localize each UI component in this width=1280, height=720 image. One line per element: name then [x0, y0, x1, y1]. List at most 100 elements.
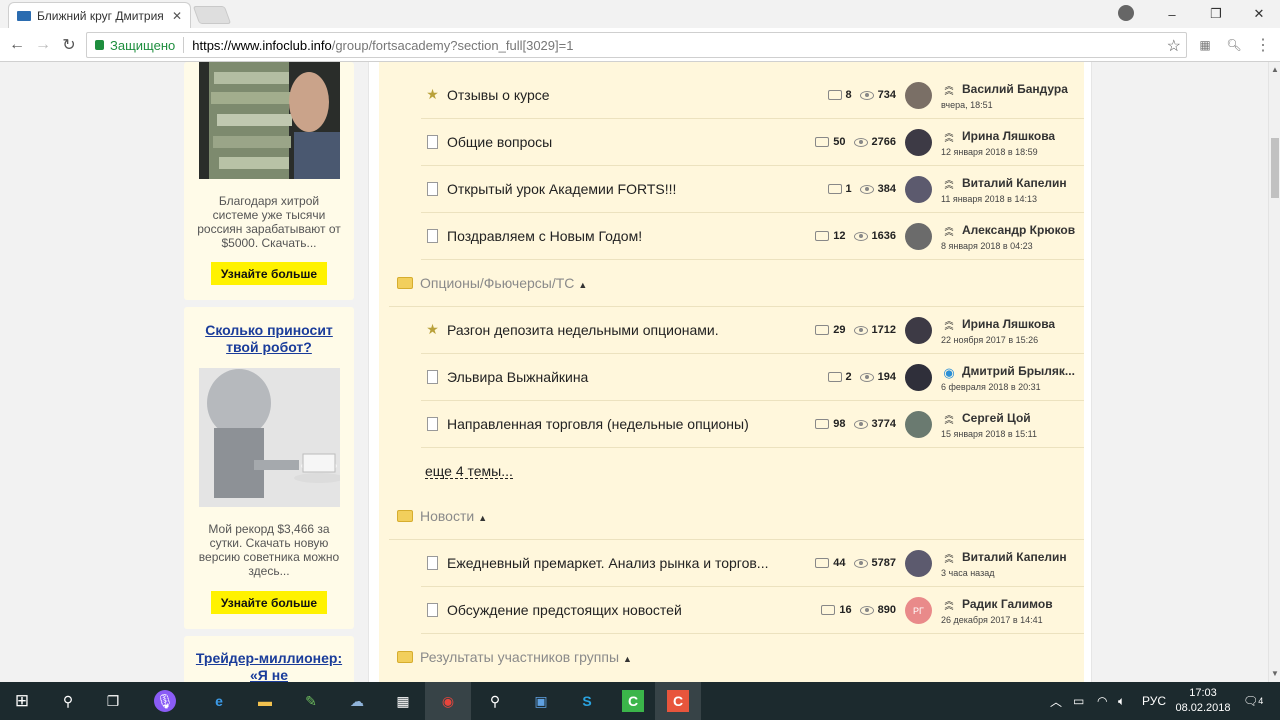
- url-host: https://www.infoclub.info: [192, 37, 332, 53]
- skype-icon[interactable]: S: [576, 690, 598, 712]
- ad-card[interactable]: Благодаря хитрой системе уже тысячи росс…: [184, 62, 354, 300]
- topic-row[interactable]: Обсуждение предстоящих новостей 16 890 РГ…: [379, 587, 1084, 634]
- avatar[interactable]: [905, 550, 932, 577]
- author-name[interactable]: Радик Галимов: [962, 597, 1053, 611]
- view-count: 2766: [871, 136, 896, 148]
- topic-stats: 2 194: [827, 371, 896, 383]
- page-scrollbar[interactable]: ▲ ▼: [1268, 62, 1280, 682]
- tab-close-icon[interactable]: ✕: [172, 9, 182, 23]
- author-name[interactable]: Ирина Ляшкова: [962, 129, 1055, 143]
- notification-center-icon[interactable]: 🗨︎ 4: [1243, 682, 1263, 720]
- topic-title[interactable]: Эльвира Выжнайкина: [447, 369, 588, 385]
- wifi-icon[interactable]: ◠: [1097, 682, 1107, 720]
- topic-row[interactable]: Направленная торговля (недельные опционы…: [379, 401, 1084, 448]
- avatar[interactable]: [905, 364, 932, 391]
- section-header[interactable]: Новости ▲: [379, 493, 1084, 540]
- edge-icon[interactable]: e: [208, 690, 230, 712]
- topic-row[interactable]: Общие вопросы 50 2766 ︽ ︽ Ирина Ляшкова 12…: [379, 119, 1084, 166]
- scroll-up-icon[interactable]: ▲: [1271, 65, 1279, 74]
- topic-title[interactable]: Ежедневный премаркет. Анализ рынка и тор…: [447, 555, 768, 571]
- profile-icon[interactable]: [1118, 5, 1134, 21]
- collapse-arrow-icon[interactable]: ▲: [623, 654, 632, 664]
- minimize-button[interactable]: –: [1150, 0, 1194, 28]
- collapse-arrow-icon[interactable]: ▲: [478, 513, 487, 523]
- browser-tab[interactable]: Ближний круг Дмитрия ✕: [8, 2, 191, 28]
- learn-more-button[interactable]: Узнайте больше: [211, 591, 327, 614]
- reload-icon[interactable]: ↻: [58, 34, 80, 56]
- topic-title[interactable]: Обсуждение предстоящих новостей: [447, 602, 682, 618]
- topic-row[interactable]: ★ Отзывы о курсе 8 734 ︽ ︽ Василий Бандура…: [379, 72, 1084, 119]
- author-name[interactable]: Ирина Ляшкова: [962, 317, 1055, 331]
- section-title[interactable]: Новости ▲: [420, 508, 487, 524]
- topic-title[interactable]: Общие вопросы: [447, 134, 552, 150]
- file-explorer-icon[interactable]: ▬: [254, 690, 276, 712]
- document-icon: [426, 555, 439, 570]
- back-arrow-icon[interactable]: ←: [6, 34, 28, 56]
- clock[interactable]: 17:03 08.02.2018: [1172, 686, 1234, 716]
- author-name[interactable]: Дмитрий Брыляк...: [962, 364, 1075, 378]
- recorder-icon[interactable]: C: [667, 690, 689, 712]
- avatar[interactable]: [905, 411, 932, 438]
- star-icon: ★: [426, 86, 439, 102]
- close-window-button[interactable]: ✕: [1237, 0, 1280, 28]
- avatar[interactable]: [905, 82, 932, 109]
- learn-more-button[interactable]: Узнайте больше: [211, 262, 327, 285]
- avatar[interactable]: [905, 129, 932, 156]
- show-hidden-icons[interactable]: ︿: [1050, 682, 1062, 720]
- topic-row[interactable]: Ежедневный премаркет. Анализ рынка и тор…: [379, 540, 1084, 587]
- topic-title[interactable]: Поздравляем с Новым Годом!: [447, 228, 642, 244]
- new-tab-button[interactable]: [192, 6, 232, 24]
- bookmark-star-icon[interactable]: ☆: [1167, 36, 1181, 56]
- ad-headline[interactable]: Трейдер-миллионер: «Я не: [194, 650, 344, 682]
- ad-card[interactable]: Трейдер-миллионер: «Я не: [184, 636, 354, 682]
- topic-title[interactable]: Направленная торговля (недельные опционы…: [447, 416, 749, 432]
- section-title[interactable]: Опционы/Фьючерсы/ТС ▲: [420, 275, 587, 291]
- topic-row[interactable]: Поздравляем с Новым Годом! 12 1636 ︽ ︽ Але…: [379, 213, 1084, 260]
- task-view-icon[interactable]: ❐: [102, 690, 124, 712]
- topic-row[interactable]: ★ Разгон депозита недельными опционами. …: [379, 307, 1084, 354]
- section-header[interactable]: Результаты участников группы ▲: [379, 634, 1084, 681]
- more-topics-link[interactable]: еще 4 темы...: [425, 464, 513, 479]
- map-pin-icon[interactable]: ⚲: [484, 690, 506, 712]
- scroll-down-icon[interactable]: ▼: [1271, 669, 1279, 678]
- search-icon[interactable]: ⚲: [57, 690, 79, 712]
- author-name[interactable]: Александр Крюков: [962, 223, 1075, 237]
- battery-icon[interactable]: ▭: [1073, 682, 1084, 720]
- restore-button[interactable]: ❐: [1194, 0, 1238, 28]
- zoom-icon[interactable]: 🔍︎: [1225, 36, 1243, 54]
- avatar[interactable]: РГ: [905, 597, 932, 624]
- topic-title[interactable]: Открытый урок Академии FORTS!!!: [447, 181, 676, 197]
- author-name[interactable]: Сергей Цой: [962, 411, 1031, 425]
- camtasia-icon[interactable]: C: [622, 690, 644, 712]
- avatar[interactable]: [905, 317, 932, 344]
- calculator-icon[interactable]: ▦: [392, 690, 414, 712]
- section-title[interactable]: Результаты участников группы ▲: [420, 649, 632, 665]
- scroll-thumb[interactable]: [1271, 138, 1279, 198]
- volume-icon[interactable]: 🔈︎: [1118, 682, 1125, 720]
- forum-list: ★ Отзывы о курсе 8 734 ︽ ︽ Василий Бандура…: [379, 62, 1084, 682]
- ad-card[interactable]: Сколько приносит твой робот? Мой рекорд …: [184, 307, 354, 629]
- chrome-icon[interactable]: ◉: [437, 690, 459, 712]
- topic-title[interactable]: Отзывы о курсе: [447, 87, 550, 103]
- cortana-mic-icon[interactable]: 🎙︎: [154, 690, 176, 712]
- forward-arrow-icon[interactable]: →: [32, 34, 54, 56]
- app-icon[interactable]: ☁: [346, 690, 368, 712]
- section-header[interactable]: Опционы/Фьючерсы/ТС ▲: [379, 260, 1084, 307]
- windows-start-icon[interactable]: ⊞: [11, 690, 33, 712]
- topic-title[interactable]: Разгон депозита недельными опционами.: [447, 322, 719, 338]
- address-bar[interactable]: Защищено https://www.infoclub.info /grou…: [86, 32, 1187, 58]
- menu-icon[interactable]: ⋮: [1254, 36, 1272, 54]
- topic-row[interactable]: Открытый урок Академии FORTS!!! 1 384 ︽ ︽ …: [379, 166, 1084, 213]
- author-name[interactable]: Виталий Капелин: [962, 176, 1067, 190]
- avatar[interactable]: [905, 176, 932, 203]
- avatar[interactable]: [905, 223, 932, 250]
- language-indicator[interactable]: РУС: [1142, 682, 1166, 720]
- author-name[interactable]: Виталий Капелин: [962, 550, 1067, 564]
- app-icon[interactable]: ▣: [530, 690, 552, 712]
- app-icon[interactable]: ✎: [300, 690, 322, 712]
- topic-row[interactable]: Эльвира Выжнайкина 2 194 ◉ Дмитрий Брыляк…: [379, 354, 1084, 401]
- collapse-arrow-icon[interactable]: ▲: [578, 280, 587, 290]
- author-name[interactable]: Василий Бандура: [962, 82, 1068, 96]
- extension-icon[interactable]: ▦: [1196, 36, 1214, 54]
- ad-headline[interactable]: Сколько приносит твой робот?: [194, 322, 344, 356]
